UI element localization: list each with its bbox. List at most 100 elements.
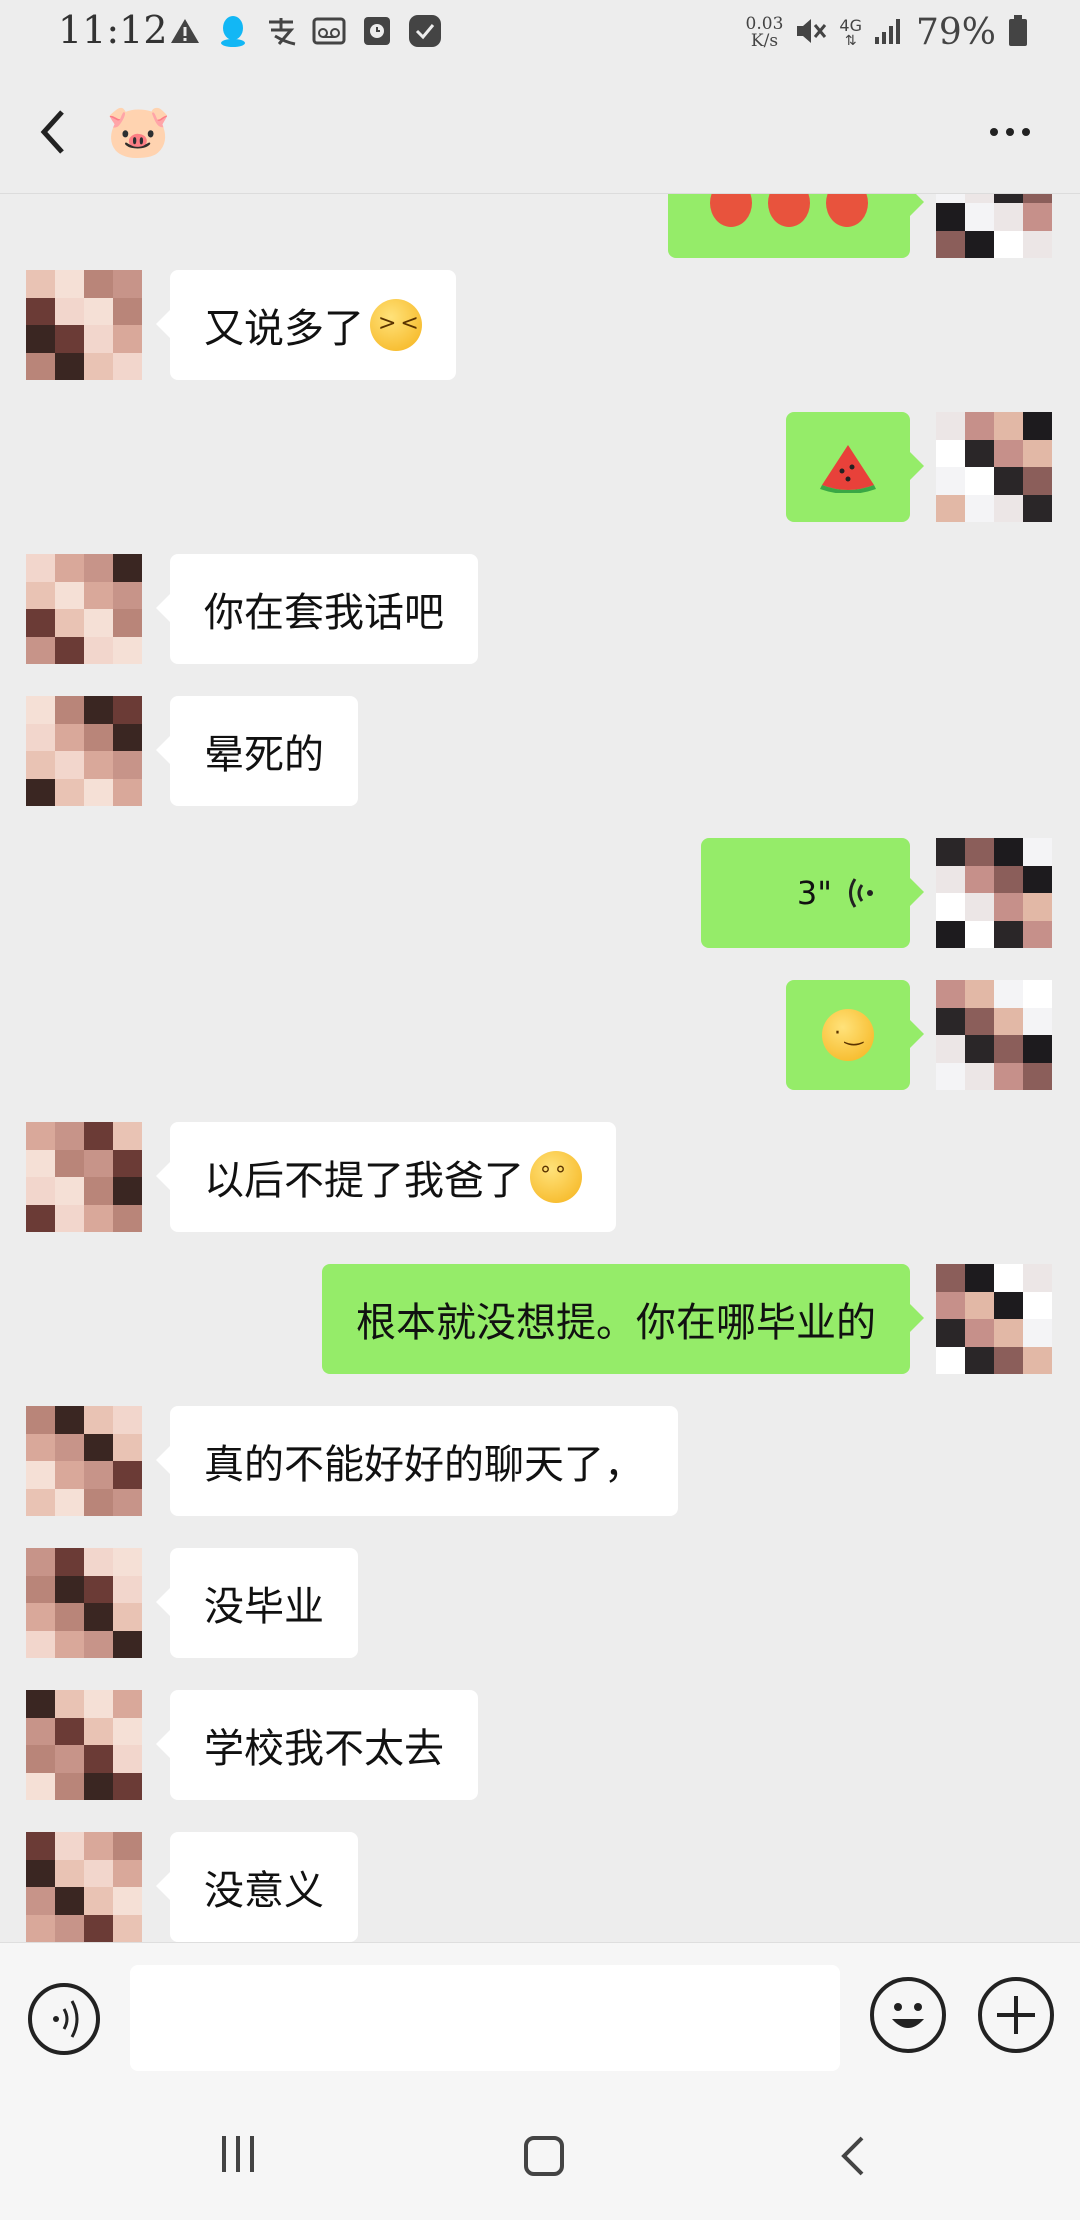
avatar-pixel	[113, 1149, 142, 1177]
avatar-pixel	[965, 1346, 994, 1374]
avatar-pixel	[1023, 1291, 1052, 1319]
message-list[interactable]: 又说多了 >< 你在套我话吧 晕死的 3" ·‿ 以后不提了我爸了 °° 根本就…	[0, 194, 1080, 1942]
avatar-pixel	[936, 893, 965, 921]
voice-input-button[interactable]	[28, 1983, 100, 2055]
avatar-pixel	[965, 980, 994, 1008]
voice-input-icon	[53, 2000, 79, 2038]
home-button[interactable]	[524, 2136, 564, 2176]
message-bubble[interactable]	[786, 412, 924, 522]
system-nav-bar	[0, 2090, 1080, 2220]
avatar-pixel	[994, 439, 1023, 467]
avatar-pixel	[994, 920, 1023, 948]
alipay-icon	[264, 14, 298, 48]
qq-icon	[216, 14, 250, 48]
message-bubble[interactable]: 晕死的	[156, 696, 358, 806]
avatar-pixel	[84, 1914, 113, 1942]
avatar-contact[interactable]	[26, 554, 142, 664]
avatar-pixel	[84, 554, 113, 582]
avatar-pixel	[965, 893, 994, 921]
avatar-pixel	[84, 696, 113, 724]
more-button[interactable]	[980, 112, 1040, 152]
avatar-pixel	[994, 1291, 1023, 1319]
avatar-me[interactable]	[936, 194, 1052, 258]
avatar-pixel	[26, 1149, 55, 1177]
avatar-pixel	[936, 203, 965, 231]
avatar-pixel	[84, 1630, 113, 1658]
avatar-pixel	[994, 494, 1023, 522]
status-right-group: 0.03 K/s 4G ⇅ 79%	[746, 12, 1028, 53]
avatar-pixel	[55, 1603, 84, 1631]
avatar-pixel	[84, 270, 113, 298]
avatar-pixel	[113, 1488, 142, 1516]
avatar-me[interactable]	[936, 838, 1052, 948]
avatar-pixel	[26, 297, 55, 325]
message-bubble[interactable]: 根本就没想提。你在哪毕业的	[322, 1264, 924, 1374]
more-dot	[990, 128, 998, 136]
chevron-left-icon	[40, 110, 64, 154]
avatar-pixel	[26, 1461, 55, 1489]
surprised-emoji-icon: °°	[530, 1151, 582, 1203]
avatar-pixel	[113, 325, 142, 353]
avatar-pixel	[994, 838, 1023, 866]
message-bubble[interactable]: 你在套我话吧	[156, 554, 478, 664]
avatar-pixel	[55, 1745, 84, 1773]
status-bar: 11:12 0.03 K/s 4G ⇅ 79%	[0, 0, 1080, 70]
avatar-pixel	[55, 723, 84, 751]
avatar-pixel	[84, 1488, 113, 1516]
emoji-button[interactable]	[870, 1977, 946, 2053]
avatar-me[interactable]	[936, 412, 1052, 522]
system-back-button[interactable]	[834, 2134, 874, 2178]
voice-message-bubble[interactable]: 3"	[700, 838, 925, 948]
avatar-pixel	[55, 1832, 84, 1860]
avatar-contact[interactable]	[26, 1406, 142, 1516]
avatar-pixel	[994, 1007, 1023, 1035]
avatar-pixel	[936, 920, 965, 948]
avatar-pixel	[55, 1488, 84, 1516]
avatar-pixel	[936, 412, 965, 440]
avatar-pixel	[55, 778, 84, 806]
message-out: ·‿	[0, 980, 1080, 1090]
avatar-pixel	[965, 838, 994, 866]
avatar-pixel	[1023, 920, 1052, 948]
message-bubble[interactable]: 没意义	[156, 1832, 358, 1942]
recent-apps-button[interactable]	[222, 2136, 262, 2176]
avatar-pixel	[26, 1832, 55, 1860]
avatar-pixel	[113, 1859, 142, 1887]
avatar-pixel	[994, 1035, 1023, 1063]
avatar-pixel	[1023, 980, 1052, 1008]
avatar-pixel	[994, 1062, 1023, 1090]
message-input[interactable]	[130, 1965, 840, 2071]
message-in: 没意义	[0, 1832, 1080, 1942]
avatar-pixel	[26, 1122, 55, 1150]
message-bubble[interactable]: ·‿	[786, 980, 924, 1090]
message-in: 没毕业	[0, 1548, 1080, 1658]
avatar-pixel	[113, 1122, 142, 1150]
message-bubble[interactable]: 真的不能好好的聊天了，	[156, 1406, 678, 1516]
avatar-contact[interactable]	[26, 1122, 142, 1232]
message-bubble[interactable]: 没毕业	[156, 1548, 358, 1658]
avatar-pixel	[994, 412, 1023, 440]
message-bubble[interactable]: 以后不提了我爸了 °°	[156, 1122, 616, 1232]
message-bubble[interactable]: 又说多了 ><	[156, 270, 456, 380]
message-bubble[interactable]	[668, 194, 924, 258]
avatar-contact[interactable]	[26, 270, 142, 380]
back-button[interactable]	[34, 102, 74, 162]
avatar-contact[interactable]	[26, 1690, 142, 1800]
avatar-contact[interactable]	[26, 1548, 142, 1658]
message-text: 你在套我话吧	[204, 590, 444, 636]
plus-button[interactable]	[978, 1977, 1054, 2053]
avatar-pixel	[965, 1319, 994, 1347]
avatar-pixel	[965, 1007, 994, 1035]
avatar-pixel	[1023, 203, 1052, 231]
avatar-pixel	[26, 325, 55, 353]
avatar-pixel	[84, 1690, 113, 1718]
avatar-pixel	[1023, 439, 1052, 467]
avatar-me[interactable]	[936, 980, 1052, 1090]
avatar-me[interactable]	[936, 1264, 1052, 1374]
avatar-pixel	[55, 297, 84, 325]
avatar-pixel	[84, 751, 113, 779]
message-bubble[interactable]: 学校我不太去	[156, 1690, 478, 1800]
avatar-contact[interactable]	[26, 1832, 142, 1942]
avatar-contact[interactable]	[26, 696, 142, 806]
avatar-pixel	[26, 1717, 55, 1745]
